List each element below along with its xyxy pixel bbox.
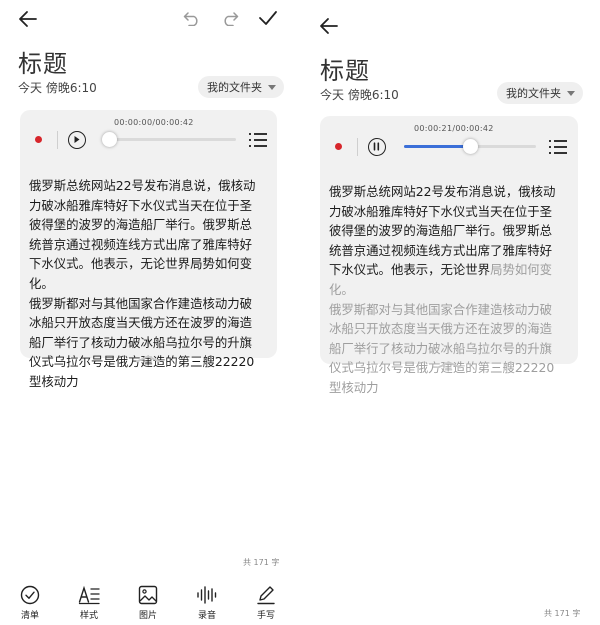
voice-record-button[interactable]: 录音 (187, 585, 227, 621)
note-viewer-right: 标题 今天 傍晚6:10 我的文件夹 00:00:21/00:00:42 俄罗斯… (300, 0, 600, 625)
record-indicator-icon (335, 143, 342, 150)
word-count: 共 171 字 (544, 609, 581, 618)
handwriting-icon (257, 586, 275, 605)
body-line: 统普京通过视频连线方式出席了雅库特好 (29, 236, 253, 252)
toolbar-label: 样式 (79, 611, 98, 621)
back-arrow-icon[interactable] (18, 10, 38, 28)
toolbar-label: 手写 (256, 611, 275, 621)
played-text: 下水仪式。他表示，无论世界 (329, 262, 491, 278)
body-line: 型核动力 (329, 379, 379, 395)
play-button[interactable] (68, 131, 86, 149)
folder-label: 我的文件夹 (506, 87, 561, 100)
back-arrow-icon[interactable] (319, 17, 339, 35)
audio-progress-thumb[interactable] (462, 139, 478, 154)
undo-icon[interactable] (183, 11, 201, 26)
note-title: 标题 (320, 57, 370, 85)
body-line: 下水仪式。他表示，无论世界局势如何变化。 (329, 260, 575, 299)
folder-label: 我的文件夹 (207, 81, 262, 94)
body-line: 下水仪式。他表示，无论世界局势如何变化。 (29, 256, 253, 291)
handwriting-button[interactable]: 手写 (246, 585, 286, 621)
divider (357, 138, 358, 156)
list-menu-icon[interactable] (549, 139, 567, 155)
audio-progress-thumb[interactable] (102, 132, 117, 147)
audio-progress-fill (404, 145, 470, 148)
checklist-button[interactable]: 清单 (10, 585, 50, 621)
image-icon (138, 585, 158, 605)
pause-button[interactable] (368, 138, 386, 156)
body-line: 型核动力 (29, 373, 79, 389)
body-line: 彼得堡的波罗的海造船厂举行。俄罗斯总 (29, 217, 253, 233)
audio-time: 00:00:00/00:00:42 (114, 118, 194, 127)
collapse-handle-icon[interactable] (136, 348, 160, 367)
body-line: 冰船只开放态度当天俄方还在波罗的海造 (329, 321, 553, 337)
toolbar-label: 图片 (138, 611, 157, 621)
folder-select-button[interactable]: 我的文件夹 (198, 76, 284, 98)
confirm-check-icon[interactable] (258, 10, 278, 26)
voice-record-icon (197, 586, 217, 604)
note-card: 00:00:21/00:00:42 俄罗斯总统网站22号发布消息说，俄核动 力破… (320, 116, 578, 395)
audio-progress-track[interactable] (108, 138, 236, 141)
text-style-button[interactable]: 样式 (69, 585, 109, 621)
body-line: 冰船只开放态度当天俄方还在波罗的海造 (29, 315, 253, 331)
body-line: 俄罗斯总统网站22号发布消息说，俄核动 (29, 178, 256, 193)
note-timestamp: 今天 傍晚6:10 (320, 88, 399, 102)
body-line: 俄罗斯总统网站22号发布消息说，俄核动 (329, 184, 556, 199)
dropdown-caret-icon (268, 84, 276, 90)
note-editor-left: 标题 今天 傍晚6:10 我的文件夹 00:00:00/00:00:42 俄罗斯… (0, 0, 290, 625)
play-icon (74, 136, 80, 143)
divider (57, 131, 58, 149)
text-style-icon (78, 585, 100, 605)
body-line: 力破冰船雅库特好下水仪式当天在位于圣 (29, 197, 253, 213)
word-count: 共 171 字 (243, 558, 280, 567)
body-line: 俄罗斯都对与其他国家合作建造核动力破 (329, 301, 553, 317)
folder-select-button[interactable]: 我的文件夹 (497, 82, 583, 104)
note-card: 00:00:00/00:00:42 俄罗斯总统网站22号发布消息说，俄核动 力破… (20, 110, 277, 389)
pause-icon (373, 142, 380, 151)
note-title[interactable]: 标题 (18, 44, 68, 79)
collapse-handle-icon[interactable] (437, 354, 461, 373)
dropdown-caret-icon (567, 90, 575, 96)
toolbar-label: 录音 (197, 611, 216, 621)
note-timestamp: 今天 傍晚6:10 (18, 81, 97, 95)
body-line: 俄罗斯都对与其他国家合作建造核动力破 (29, 295, 253, 311)
body-line: 力破冰船雅库特好下水仪式当天在位于圣 (329, 203, 553, 219)
checklist-icon (20, 585, 40, 605)
body-line: 统普京通过视频连线方式出席了雅库特好 (329, 242, 553, 258)
record-indicator-icon (35, 136, 42, 143)
image-button[interactable]: 图片 (128, 585, 168, 621)
redo-icon[interactable] (221, 11, 239, 26)
list-menu-icon[interactable] (249, 132, 267, 148)
toolbar-label: 清单 (20, 611, 39, 621)
body-line: 彼得堡的波罗的海造船厂举行。俄罗斯总 (329, 223, 553, 239)
audio-time: 00:00:21/00:00:42 (414, 124, 494, 133)
